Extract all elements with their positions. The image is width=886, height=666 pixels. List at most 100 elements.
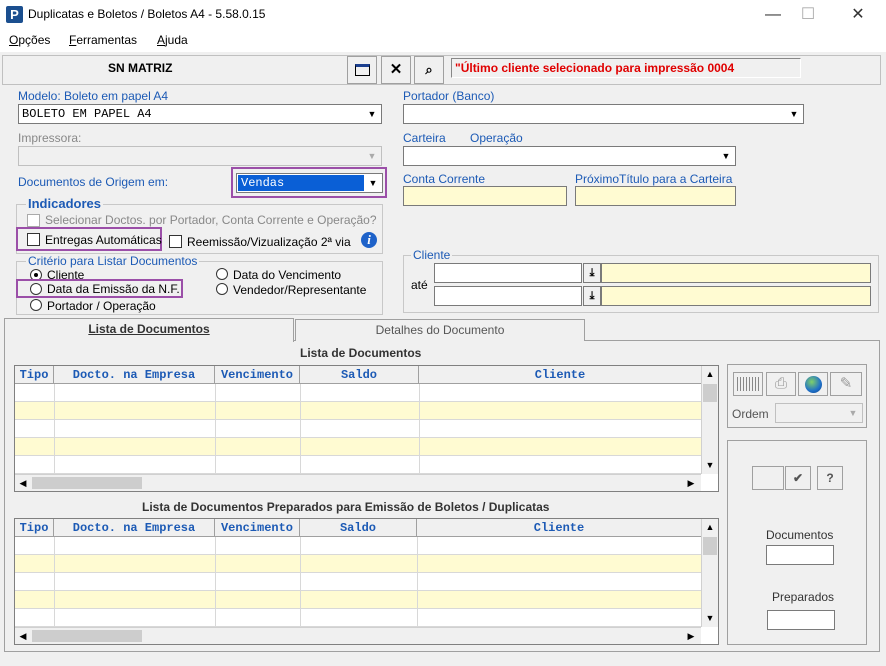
- info-icon[interactable]: i: [361, 232, 377, 248]
- conta-corrente-label: Conta Corrente: [403, 172, 486, 186]
- cliente-to-lookup-button[interactable]: ⤓: [583, 286, 601, 306]
- vendedor-label: Vendedor/Representante: [233, 283, 367, 297]
- documentos-count-label: Documentos: [766, 528, 834, 542]
- portador-operacao-label: Portador / Operação: [47, 299, 156, 313]
- cliente-to-input[interactable]: [434, 286, 582, 306]
- column-docto[interactable]: Docto. na Empresa: [54, 519, 215, 537]
- documentos-count-field: [766, 545, 834, 565]
- close-button[interactable]: ✕: [843, 4, 873, 26]
- print-button[interactable]: ⎙: [766, 372, 796, 396]
- column-saldo[interactable]: Saldo: [300, 366, 419, 384]
- confirm-button[interactable]: ✔: [785, 466, 811, 490]
- search-toolbar-button[interactable]: ⌕: [414, 56, 444, 84]
- lista-preparados-grid[interactable]: Tipo Docto. na Empresa Vencimento Saldo …: [14, 518, 719, 645]
- table-row[interactable]: [15, 609, 701, 627]
- table-row[interactable]: [15, 537, 701, 555]
- window-icon: [355, 64, 370, 76]
- proximo-titulo-label: PróximoTítulo para a Carteira: [575, 172, 733, 186]
- modelo-select[interactable]: BOLETO EM PAPEL A4 ▼: [18, 104, 382, 124]
- column-docto[interactable]: Docto. na Empresa: [54, 366, 215, 384]
- help-button[interactable]: ?: [817, 466, 843, 490]
- blank-button[interactable]: [752, 466, 784, 490]
- documentos-origem-label: Documentos de Origem em:: [18, 175, 169, 189]
- column-vencimento[interactable]: Vencimento: [215, 366, 300, 384]
- scroll-thumb[interactable]: [703, 537, 717, 555]
- column-cliente[interactable]: Cliente: [417, 519, 701, 537]
- scroll-left-icon[interactable]: ◀: [15, 475, 31, 491]
- impressora-select[interactable]: ▼: [18, 146, 382, 166]
- table-row[interactable]: [15, 402, 701, 420]
- entregas-checkbox[interactable]: [27, 233, 40, 246]
- arrow-down-bar-icon: ⤓: [589, 267, 595, 279]
- scroll-thumb[interactable]: [32, 630, 142, 642]
- data-emissao-label: Data da Emissão da N.F.: [47, 282, 180, 296]
- window-title: Duplicatas e Boletos / Boletos A4 - 5.58…: [28, 7, 266, 21]
- horizontal-scrollbar[interactable]: ◀ ▶: [15, 627, 701, 644]
- menu-opcoes[interactable]: Opções: [9, 33, 50, 47]
- table-row[interactable]: [15, 438, 701, 456]
- scroll-up-icon[interactable]: ▲: [702, 366, 718, 382]
- table-row[interactable]: [15, 591, 701, 609]
- tab-lista-documentos[interactable]: Lista de Documentos: [4, 318, 294, 342]
- column-saldo[interactable]: Saldo: [300, 519, 417, 537]
- boleto-button[interactable]: [733, 372, 763, 396]
- cancel-toolbar-button[interactable]: ✕: [381, 56, 411, 84]
- documentos-origem-select[interactable]: Vendas ▼: [236, 173, 383, 193]
- minimize-button[interactable]: —: [758, 4, 788, 26]
- operacao-label: Operação: [470, 131, 523, 145]
- column-tipo[interactable]: Tipo: [15, 519, 54, 537]
- scroll-right-icon[interactable]: ▶: [683, 475, 699, 491]
- web-button[interactable]: [798, 372, 828, 396]
- column-vencimento[interactable]: Vencimento: [215, 519, 300, 537]
- scroll-left-icon[interactable]: ◀: [15, 628, 31, 644]
- menu-ajuda[interactable]: Ajuda: [157, 33, 188, 47]
- column-tipo[interactable]: Tipo: [15, 366, 54, 384]
- tab-detalhes-documento[interactable]: Detalhes do Documento: [295, 319, 585, 341]
- column-divider: [417, 537, 418, 627]
- last-client-message: "Último cliente selecionado para impress…: [451, 58, 801, 78]
- scroll-down-icon[interactable]: ▼: [702, 610, 718, 626]
- reemissao-checkbox[interactable]: [169, 235, 182, 248]
- vendedor-radio[interactable]: [216, 283, 228, 295]
- data-emissao-radio[interactable]: [30, 283, 42, 295]
- table-row[interactable]: [15, 555, 701, 573]
- chevron-down-icon: ▼: [721, 151, 731, 161]
- table-row[interactable]: [15, 420, 701, 438]
- data-vencimento-radio[interactable]: [216, 268, 228, 280]
- portador-operacao-radio[interactable]: [30, 299, 42, 311]
- table-row[interactable]: [15, 573, 701, 591]
- reemissao-label: Reemissão/Vizualização 2ª via: [187, 235, 351, 249]
- ordem-select[interactable]: ▼: [775, 403, 863, 423]
- scroll-thumb[interactable]: [32, 477, 142, 489]
- lista-documentos-grid[interactable]: Tipo Docto. na Empresa Vencimento Saldo …: [14, 365, 719, 492]
- maximize-button[interactable]: ☐: [793, 4, 823, 26]
- printer-icon: ⎙: [774, 375, 787, 392]
- column-cliente[interactable]: Cliente: [419, 366, 701, 384]
- scroll-thumb[interactable]: [703, 384, 717, 402]
- portador-select[interactable]: ▼: [403, 104, 804, 124]
- scroll-down-icon[interactable]: ▼: [702, 457, 718, 473]
- horizontal-scrollbar[interactable]: ◀ ▶: [15, 474, 701, 491]
- menu-ferramentas[interactable]: Ferramentas: [69, 33, 137, 47]
- selecionar-checkbox[interactable]: [27, 214, 40, 227]
- edit-button[interactable]: ✎: [830, 372, 862, 396]
- chevron-down-icon: ▼: [848, 408, 858, 418]
- cliente-from-input[interactable]: [434, 263, 582, 283]
- vertical-scrollbar[interactable]: ▲ ▼: [701, 519, 718, 627]
- window-toolbar-button[interactable]: [347, 56, 377, 84]
- lista-documentos-title: Lista de Documentos: [300, 346, 422, 360]
- globe-icon: [805, 376, 822, 393]
- column-divider: [215, 537, 216, 627]
- preparados-count-field: [767, 610, 835, 630]
- carteira-label: Carteira: [403, 131, 446, 145]
- scroll-up-icon[interactable]: ▲: [702, 519, 718, 535]
- conta-corrente-field[interactable]: [403, 186, 567, 206]
- vertical-scrollbar[interactable]: ▲ ▼: [701, 366, 718, 474]
- proximo-titulo-field[interactable]: [575, 186, 736, 206]
- scroll-right-icon[interactable]: ▶: [683, 628, 699, 644]
- table-row[interactable]: [15, 456, 701, 474]
- cliente-from-lookup-button[interactable]: ⤓: [583, 263, 601, 283]
- table-row[interactable]: [15, 384, 701, 402]
- carteira-select[interactable]: ▼: [403, 146, 736, 166]
- chevron-down-icon: ▼: [367, 109, 377, 119]
